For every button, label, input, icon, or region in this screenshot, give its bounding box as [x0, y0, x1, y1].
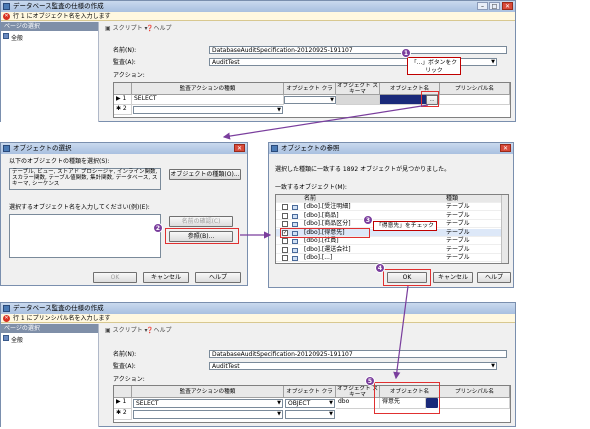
arrow-1-to-2 [222, 104, 429, 140]
arrow-4-to-5 [393, 285, 409, 380]
flow-arrows [222, 104, 429, 380]
